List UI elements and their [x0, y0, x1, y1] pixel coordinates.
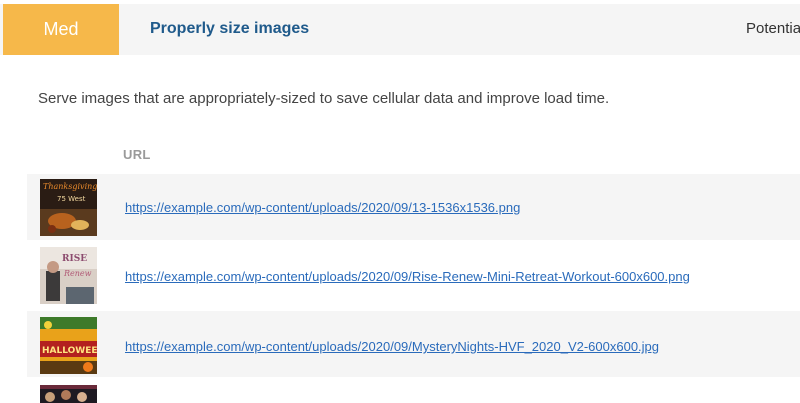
- svg-text:75 West: 75 West: [57, 195, 86, 203]
- url-column-header: URL: [123, 147, 151, 162]
- table-row: HALLOWEEN https://example.com/wp-content…: [27, 311, 800, 377]
- audit-header[interactable]: [0, 4, 800, 55]
- potential-savings-label: Potentia: [746, 20, 800, 37]
- svg-text:HALLOWEEN: HALLOWEEN: [42, 346, 97, 356]
- image-thumbnail: HALLOWEEN: [40, 317, 97, 374]
- table-row: Thanksgiving at 75 West https://example.…: [27, 174, 800, 240]
- audit-description: Serve images that are appropriately-size…: [38, 90, 610, 107]
- audit-page: Med Properly size images Potentia Serve …: [0, 0, 800, 403]
- image-thumbnail: [40, 385, 97, 403]
- audit-title[interactable]: Properly size images: [150, 20, 309, 38]
- svg-text:Renew: Renew: [63, 269, 92, 278]
- image-thumbnail: RISE Renew: [40, 247, 97, 304]
- image-url-link[interactable]: https://example.com/wp-content/uploads/2…: [125, 269, 690, 284]
- svg-text:RISE: RISE: [62, 254, 87, 264]
- image-url-link[interactable]: https://example.com/wp-content/uploads/2…: [125, 200, 520, 215]
- svg-text:Thanksgiving at: Thanksgiving at: [43, 182, 97, 191]
- image-thumbnail: Thanksgiving at 75 West: [40, 179, 97, 236]
- image-url-link[interactable]: https://example.com/wp-content/uploads/2…: [125, 339, 659, 354]
- table-row: RISE Renew https://example.com/wp-conten…: [27, 240, 800, 306]
- severity-badge: Med: [3, 4, 119, 55]
